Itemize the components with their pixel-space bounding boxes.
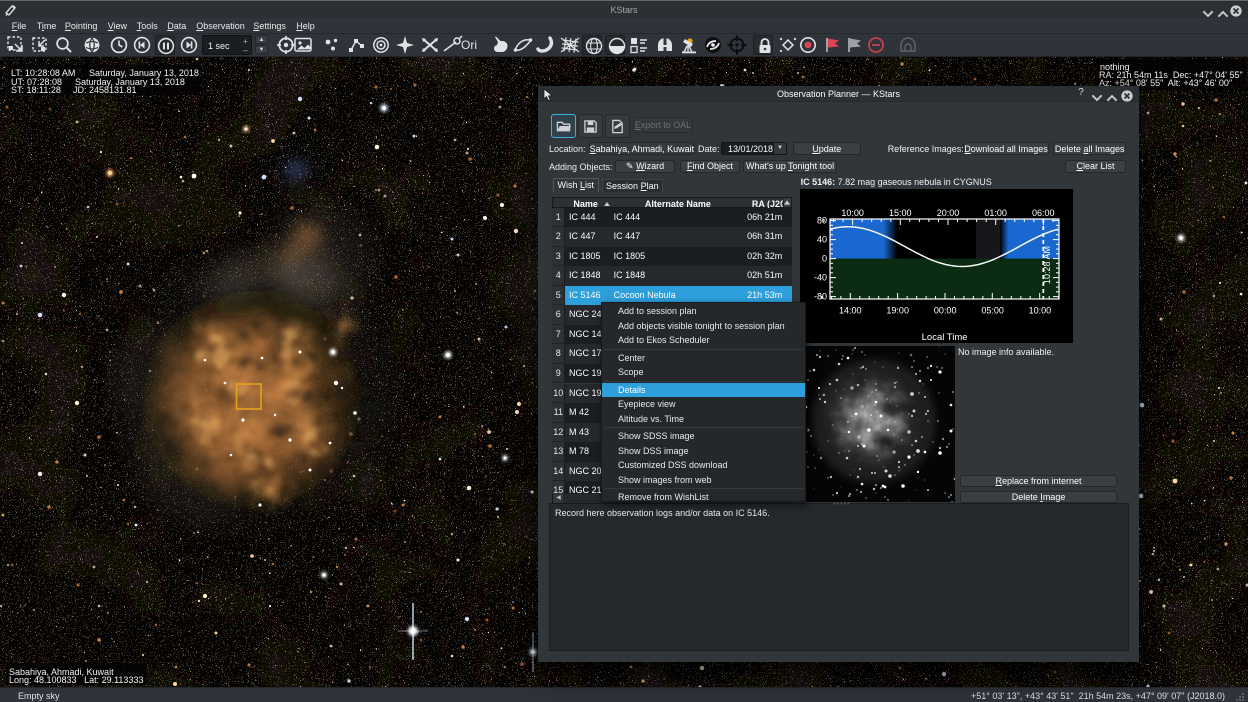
svg-text:06:00: 06:00 [1032,208,1055,218]
svg-text:05:00: 05:00 [981,306,1004,316]
svg-text:10:28 AM: 10:28 AM [1042,246,1052,284]
svg-text:00:00: 00:00 [934,306,957,316]
svg-text:-40: -40 [814,273,827,283]
svg-text:19:00: 19:00 [886,306,909,316]
svg-text:10:00: 10:00 [1029,306,1052,316]
svg-text:Local Time: Local Time [922,332,968,343]
svg-text:15:00: 15:00 [889,208,912,218]
svg-text:40: 40 [817,235,827,245]
svg-text:80: 80 [817,216,827,226]
svg-text:20:00: 20:00 [937,208,960,218]
svg-text:-80: -80 [814,292,827,302]
svg-text:10:00: 10:00 [841,208,864,218]
svg-text:0: 0 [822,254,827,264]
svg-text:14:00: 14:00 [839,306,862,316]
svg-text:01:00: 01:00 [984,208,1007,218]
